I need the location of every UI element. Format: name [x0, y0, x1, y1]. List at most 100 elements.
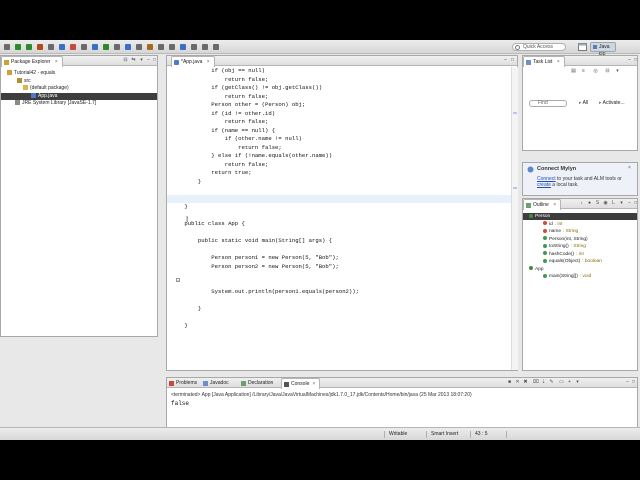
code-line[interactable]: return true; — [167, 169, 511, 178]
tab-package-explorer[interactable]: Package Explorer × — [1, 56, 63, 67]
code-line[interactable] — [167, 194, 511, 203]
code-line[interactable]: } — [167, 203, 511, 212]
toolbar-button-icon[interactable] — [202, 44, 208, 50]
code-line[interactable]: return false; — [167, 76, 511, 85]
toolbar-button-icon[interactable] — [169, 44, 175, 50]
scroll-lock-icon[interactable]: ⇣ — [541, 380, 546, 385]
toolbar-button-icon[interactable] — [213, 44, 219, 50]
view-menu-icon[interactable]: ▾ — [615, 69, 620, 74]
open-console-icon[interactable]: + — [567, 380, 572, 385]
pin-console-icon[interactable]: ✎ — [549, 380, 554, 385]
toolbar-button-icon[interactable] — [48, 44, 54, 50]
toolbar-button-icon[interactable] — [191, 44, 197, 50]
console-output[interactable]: false — [171, 400, 189, 407]
outline-item[interactable]: equals(Object): boolean — [523, 258, 602, 265]
quick-access-input[interactable]: Quick Access — [512, 43, 566, 51]
code-line[interactable]: Person other = (Person) obj; — [167, 101, 511, 110]
code-line[interactable] — [167, 297, 511, 306]
task-filter-all[interactable]: ▸ All — [579, 100, 588, 106]
ruler-mark[interactable] — [513, 187, 517, 189]
code-line[interactable]: } — [167, 305, 511, 314]
outline-item[interactable]: toString(): String — [523, 243, 586, 250]
code-line[interactable]: public class App { — [167, 220, 511, 229]
terminate-icon[interactable]: ■ — [507, 380, 512, 385]
create-link[interactable]: create — [537, 182, 551, 188]
tree-item[interactable]: (default package) — [1, 85, 69, 92]
minimize-icon[interactable]: – — [503, 58, 508, 63]
tree-item[interactable]: Tutorial42 - equals — [1, 70, 55, 77]
tree-item[interactable]: App.java — [1, 92, 157, 100]
maximize-icon[interactable]: □ — [631, 380, 636, 385]
open-perspective-icon[interactable] — [578, 43, 588, 51]
code-line[interactable] — [167, 280, 511, 289]
code-line[interactable]: return false; — [167, 161, 511, 170]
hide-local-types-icon[interactable]: L — [611, 201, 616, 206]
tree-item[interactable]: JRE System Library [JavaSE-1.7] — [1, 100, 96, 107]
tab-javadoc[interactable]: Javadoc — [201, 378, 233, 388]
outline-item[interactable]: id: int — [523, 221, 562, 228]
toolbar-button-icon[interactable] — [147, 44, 153, 50]
toolbar-button-icon[interactable] — [15, 44, 21, 50]
code-line[interactable]: return false; — [167, 93, 511, 102]
focus-icon[interactable]: ◎ — [593, 69, 598, 74]
toolbar-button-icon[interactable] — [136, 44, 142, 50]
remove-launch-icon[interactable]: ✕ — [515, 380, 520, 385]
close-icon[interactable]: × — [557, 59, 560, 65]
toolbar-button-icon[interactable] — [103, 44, 109, 50]
ruler-mark[interactable] — [513, 112, 517, 114]
close-icon[interactable]: × — [553, 202, 556, 208]
outline-item[interactable]: App — [523, 266, 546, 273]
hide-fields-icon[interactable]: ● — [587, 201, 592, 206]
maximize-icon[interactable]: □ — [633, 201, 638, 206]
code-area[interactable]: if (obj == null) return false; if (getCl… — [167, 67, 517, 370]
toolbar-button-icon[interactable] — [4, 44, 10, 50]
tab-problems[interactable]: Problems — [167, 378, 201, 388]
toolbar-button-icon[interactable] — [114, 44, 120, 50]
code-line[interactable]: } — [167, 178, 511, 187]
code-line[interactable]: } — [167, 322, 511, 331]
link-editor-icon[interactable]: ⇆ — [131, 58, 136, 63]
outline-item[interactable]: hashCode(): int — [523, 251, 584, 258]
code-line[interactable] — [167, 186, 511, 195]
code-line[interactable] — [167, 229, 511, 238]
minimize-icon[interactable]: – — [627, 58, 632, 63]
close-icon[interactable]: × — [312, 381, 315, 387]
code-line[interactable] — [167, 314, 511, 323]
categorize-icon[interactable]: ≡ — [581, 69, 586, 74]
code-line[interactable]: if (getClass() != obj.getClass()) — [167, 84, 511, 93]
outline-item[interactable]: Person(int, String) — [523, 236, 590, 243]
new-task-icon[interactable]: ▤ — [571, 69, 576, 74]
toolbar-button-icon[interactable] — [70, 44, 76, 50]
outline-item[interactable]: Person — [523, 213, 637, 220]
close-icon[interactable]: × — [207, 59, 210, 65]
hide-nonpublic-icon[interactable]: ◉ — [603, 201, 608, 206]
display-console-icon[interactable]: ▭ — [559, 380, 564, 385]
code-line[interactable]: } else if (!name.equals(other.name)) — [167, 152, 511, 161]
tab-declaration[interactable]: Declaration — [239, 378, 277, 388]
maximize-icon[interactable]: □ — [510, 58, 515, 63]
clear-console-icon[interactable]: ⌧ — [533, 380, 539, 385]
toolbar-button-icon[interactable] — [125, 44, 131, 50]
collapse-all-icon[interactable]: ⊟ — [605, 69, 610, 74]
code-line[interactable] — [167, 212, 511, 221]
minimize-icon[interactable]: – — [146, 58, 151, 63]
code-line[interactable]: System.out.println(person1.equals(person… — [167, 288, 511, 297]
close-icon[interactable]: × — [55, 59, 58, 65]
toolbar-button-icon[interactable] — [37, 44, 43, 50]
code-line[interactable]: if (name == null) { — [167, 127, 511, 136]
code-line[interactable]: Person person2 = new Person(5, "Bob"); — [167, 263, 511, 272]
toolbar-button-icon[interactable] — [158, 44, 164, 50]
outline-item[interactable]: name: String — [523, 228, 578, 235]
close-icon[interactable]: × — [627, 166, 632, 171]
task-activate-button[interactable]: ▸ Activate... — [599, 100, 625, 106]
view-menu-icon[interactable]: ▾ — [619, 201, 624, 206]
toolbar-button-icon[interactable] — [92, 44, 98, 50]
view-menu-icon[interactable]: ▾ — [139, 58, 144, 63]
code-line[interactable]: if (obj == null) — [167, 67, 511, 76]
code-line[interactable]: return false; — [167, 118, 511, 127]
toolbar-button-icon[interactable] — [59, 44, 65, 50]
toolbar-button-icon[interactable] — [26, 44, 32, 50]
code-line[interactable] — [167, 271, 511, 280]
tab-task-list[interactable]: Task List × — [523, 56, 565, 67]
tab-console[interactable]: Console × — [281, 378, 321, 389]
